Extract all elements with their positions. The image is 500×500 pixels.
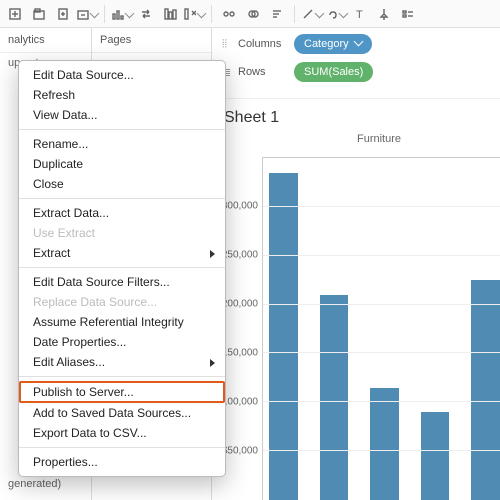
- columns-pill-category[interactable]: Category: [294, 34, 372, 54]
- bar-chart-icon[interactable]: [111, 4, 133, 24]
- context-item-rename[interactable]: Rename...: [19, 134, 225, 154]
- merge-icon[interactable]: [242, 4, 264, 24]
- pill-text: Category: [304, 38, 349, 50]
- add-icon[interactable]: [76, 4, 98, 24]
- swap-icon[interactable]: [135, 4, 157, 24]
- sheet-title[interactable]: Sheet 1: [212, 99, 500, 135]
- rows-pill-sumsales[interactable]: SUM(Sales): [294, 62, 373, 82]
- context-menu: Edit Data Source...RefreshView Data... Re…: [18, 60, 226, 477]
- columns-label: ⦙⦙Columns: [222, 38, 294, 51]
- context-item-edit-data-source-filters[interactable]: Edit Data Source Filters...: [19, 272, 225, 292]
- context-separator: [19, 376, 225, 377]
- bar[interactable]: [471, 280, 500, 500]
- shelves: ⦙⦙Columns Category ≣Rows SUM(Sales): [212, 28, 500, 99]
- context-item-edit-data-source[interactable]: Edit Data Source...: [19, 65, 225, 85]
- context-item-assume-referential-integrity[interactable]: Assume Referential Integrity: [19, 312, 225, 332]
- context-item-date-properties[interactable]: Date Properties...: [19, 332, 225, 352]
- clear-icon[interactable]: [183, 4, 205, 24]
- rows-label-text: Rows: [238, 66, 266, 78]
- gridline: [263, 401, 500, 402]
- column-header: Furniture: [262, 133, 496, 145]
- toolbar-separator: [211, 5, 212, 23]
- pill-text: SUM(Sales): [304, 66, 363, 78]
- rows-label: ≣Rows: [222, 66, 294, 79]
- toolbar-separator: [294, 5, 295, 23]
- rows-shelf[interactable]: ≣Rows SUM(Sales): [222, 60, 490, 84]
- sheet-area: ⦙⦙Columns Category ≣Rows SUM(Sales) Shee…: [212, 28, 500, 500]
- context-item-refresh[interactable]: Refresh: [19, 85, 225, 105]
- gridline: [263, 352, 500, 353]
- new-sheet-icon[interactable]: [52, 4, 74, 24]
- bars: [269, 158, 500, 500]
- group-icon[interactable]: [218, 4, 240, 24]
- context-item-view-data[interactable]: View Data...: [19, 105, 225, 125]
- line-style-icon[interactable]: [301, 4, 323, 24]
- context-item-replace-data-source: Replace Data Source...: [19, 292, 225, 312]
- bar[interactable]: [370, 388, 399, 500]
- bar[interactable]: [421, 412, 450, 500]
- gridline: [263, 450, 500, 451]
- context-separator: [19, 447, 225, 448]
- context-item-export-data-to-csv[interactable]: Export Data to CSV...: [19, 423, 225, 443]
- attach-icon[interactable]: [325, 4, 347, 24]
- context-item-extract[interactable]: Extract: [19, 243, 225, 263]
- rect-add-icon[interactable]: [4, 4, 26, 24]
- context-item-publish-to-server[interactable]: Publish to Server...: [19, 381, 225, 403]
- columns-label-text: Columns: [238, 38, 281, 50]
- footer-text: generated): [0, 474, 69, 494]
- plot-area[interactable]: [262, 157, 500, 500]
- toolbar-separator: [104, 5, 105, 23]
- pin-icon[interactable]: [373, 4, 395, 24]
- context-item-edit-aliases[interactable]: Edit Aliases...: [19, 352, 225, 372]
- pages-title: Pages: [92, 28, 211, 53]
- context-item-duplicate[interactable]: Duplicate: [19, 154, 225, 174]
- toolbar: T: [0, 0, 500, 28]
- context-separator: [19, 267, 225, 268]
- y-tick: $50,000: [222, 446, 258, 457]
- gridline: [263, 255, 500, 256]
- gridline: [263, 206, 500, 207]
- sort-icon[interactable]: [266, 4, 288, 24]
- context-item-add-to-saved-data-sources[interactable]: Add to Saved Data Sources...: [19, 403, 225, 423]
- analytics-tab[interactable]: nalytics: [0, 28, 91, 53]
- svg-text:T: T: [356, 9, 363, 21]
- context-separator: [19, 198, 225, 199]
- context-separator: [19, 129, 225, 130]
- stacked-icon[interactable]: [159, 4, 181, 24]
- context-item-use-extract: Use Extract: [19, 223, 225, 243]
- legend-icon[interactable]: [397, 4, 419, 24]
- tab-add-icon[interactable]: [28, 4, 50, 24]
- context-item-extract-data[interactable]: Extract Data...: [19, 203, 225, 223]
- context-item-close[interactable]: Close: [19, 174, 225, 194]
- columns-shelf[interactable]: ⦙⦙Columns Category: [222, 32, 490, 56]
- gridline: [263, 304, 500, 305]
- bar[interactable]: [320, 295, 349, 500]
- text-icon[interactable]: T: [349, 4, 371, 24]
- chart: Furniture Sales $300,000$250,000$200,000…: [212, 133, 500, 500]
- context-item-properties[interactable]: Properties...: [19, 452, 225, 472]
